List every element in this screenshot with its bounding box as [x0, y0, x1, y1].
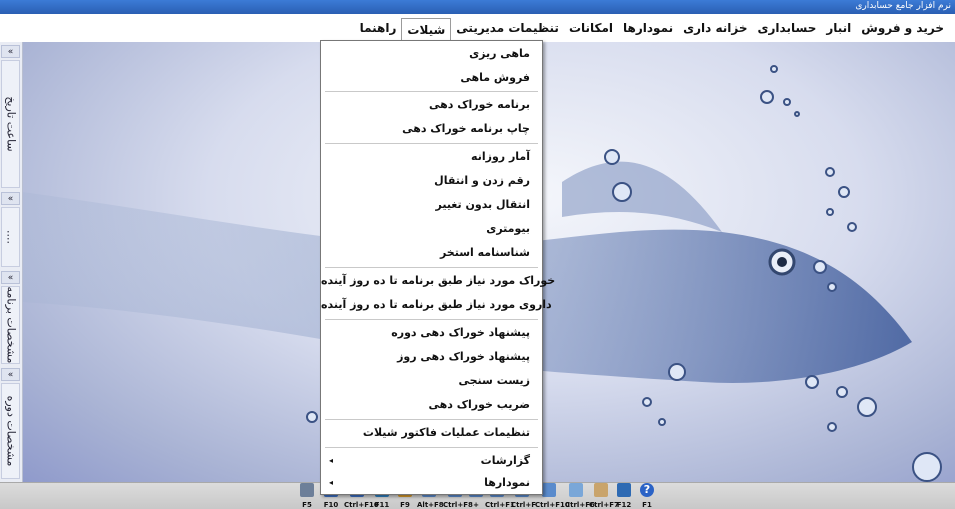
panel-program-info-label: مشخصات برنامه [4, 286, 17, 364]
submenu-arrow-icon: ◂ [329, 456, 334, 465]
menu-treasury[interactable]: خزانه داری [678, 17, 752, 39]
shortcut-f12-button[interactable]: F12 [615, 483, 633, 509]
brush-icon [569, 483, 583, 497]
menu-item-fish-stocking[interactable]: ماهی ریزی [321, 42, 542, 66]
submenu-arrow-icon: ◂ [329, 478, 334, 487]
menu-accounting[interactable]: حسابداری [753, 17, 822, 39]
menu-warehouse[interactable]: انبار [821, 17, 856, 39]
menu-separator [325, 143, 538, 144]
menu-charts[interactable]: نمودارها [618, 17, 678, 39]
shortcut-f1-button[interactable]: ? F1 [637, 483, 657, 509]
calculator-icon [300, 483, 314, 497]
menu-item-feeding-coefficient[interactable]: ضریب خوراک دهی [321, 393, 542, 417]
panel-dots-label: .... [4, 230, 17, 244]
monitor-icon [617, 483, 631, 497]
collapse-panel-2-button[interactable]: « [1, 192, 20, 205]
menu-item-charts[interactable]: نمودارها ◂ [321, 471, 542, 495]
panel-dots[interactable]: .... [1, 207, 20, 267]
shortcut-f5-button[interactable]: F5 [298, 483, 316, 509]
menu-item-fish-sales[interactable]: فروش ماهی [321, 66, 542, 90]
fisheries-dropdown-menu: ماهی ریزی فروش ماهی برنامه خوراک دهی چاپ… [320, 40, 555, 495]
menu-item-daily-stats[interactable]: آمار روزانه [321, 145, 542, 169]
menu-separator [325, 419, 538, 420]
money-icon [594, 483, 608, 497]
menu-item-fisheries-invoice-settings[interactable]: تنظیمات عملیات فاکتور شیلات [321, 421, 542, 445]
menu-bar: خرید و فروش انبار حسابداری خزانه داری نم… [0, 14, 955, 43]
menu-item-bioassay[interactable]: زیست سنجی [321, 369, 542, 393]
menu-item-medicine-needed-10-days[interactable]: داروی مورد نیاز طبق برنامه تا ده روز آین… [321, 293, 552, 317]
window-title: نرم افزار جامع حسابداری [855, 1, 951, 11]
menu-items: خرید و فروش انبار حسابداری خزانه داری نم… [355, 14, 949, 43]
collapse-panel-4-button[interactable]: « [1, 368, 20, 381]
shortcut-ctrl-f7-button[interactable]: Ctrl+F7 [589, 483, 619, 509]
menu-item-daily-feeding-suggestion[interactable]: پیشنهاد خوراک دهی روز [321, 345, 542, 369]
panel-clock-date[interactable]: ساعت تاریخ [1, 60, 20, 188]
menu-sales[interactable]: خرید و فروش [856, 17, 949, 39]
menu-separator [325, 447, 538, 448]
menu-item-sort-and-transfer[interactable]: رقم زدن و انتقال [321, 169, 542, 193]
menu-separator [325, 319, 538, 320]
collapse-panel-1-button[interactable]: « [1, 45, 20, 58]
menu-admin-settings[interactable]: تنظیمات مدیریتی [451, 17, 564, 39]
menu-item-charts-label: نمودارها [484, 476, 530, 489]
menu-item-pond-profile[interactable]: شناسنامه استخر [321, 241, 542, 265]
menu-separator [325, 267, 538, 268]
panel-period-info[interactable]: مشخصات دوره [1, 383, 20, 479]
menu-item-transfer-unchanged[interactable]: انتقال بدون تغییر [321, 193, 542, 217]
menu-fisheries[interactable]: شیلات [401, 17, 452, 43]
menu-item-print-feeding-plan[interactable]: چاپ برنامه خوراک دهی [321, 117, 542, 141]
panel-program-info[interactable]: مشخصات برنامه [1, 286, 20, 364]
panel-clock-date-label: ساعت تاریخ [4, 96, 17, 152]
menu-item-feed-needed-10-days[interactable]: خوراک مورد نیاز طبق برنامه تا ده روز آین… [321, 269, 555, 293]
menu-separator [325, 91, 538, 92]
menu-item-biometry[interactable]: بیومتری [321, 217, 542, 241]
menu-tools[interactable]: امکانات [564, 17, 618, 39]
shortcut-ctrl-f6-button[interactable]: Ctrl+F6 [565, 483, 595, 509]
menu-item-reports-label: گزارشات [480, 454, 530, 467]
help-icon: ? [640, 483, 654, 497]
menu-item-reports[interactable]: گزارشات ◂ [321, 449, 542, 473]
app-icon [542, 483, 556, 497]
menu-item-feeding-plan[interactable]: برنامه خوراک دهی [321, 93, 542, 117]
panel-period-info-label: مشخصات دوره [4, 395, 17, 467]
menu-help[interactable]: راهنما [355, 17, 402, 39]
left-sidebar: « ساعت تاریخ « .... « مشخصات برنامه « مش… [0, 42, 23, 482]
menu-item-period-feeding-suggestion[interactable]: پیشنهاد خوراک دهی دوره [321, 321, 542, 345]
title-bar: نرم افزار جامع حسابداری [0, 0, 955, 14]
collapse-panel-3-button[interactable]: « [1, 271, 20, 284]
